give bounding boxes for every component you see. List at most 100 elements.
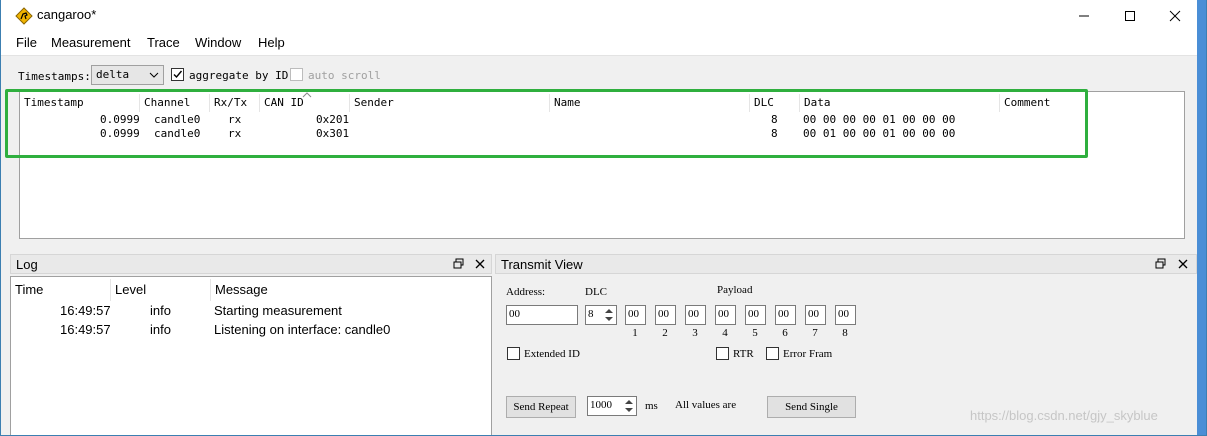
aggregate-label: aggregate by ID [189,69,289,82]
address-label: Address: [506,286,546,298]
maximize-button[interactable] [1107,0,1153,31]
trace-table[interactable]: Timestamp Channel Rx/Tx CAN ID Sender Na… [19,91,1185,239]
log-level: info [150,303,171,318]
payload-index: 6 [782,327,788,339]
menu-bar: File Measurement Trace Window Help [0,31,1197,55]
cell-channel: candle0 [154,113,201,126]
close-button[interactable] [1152,0,1198,31]
payload-byte-2[interactable]: 00 [655,305,676,325]
undock-icon[interactable] [1155,258,1167,270]
rtr-label: RTR [733,348,754,360]
cell-dlc: 8 [771,113,778,126]
spinner-icon[interactable] [603,307,615,323]
aggregate-checkbox[interactable] [171,68,184,81]
col-sender[interactable]: Sender [350,94,550,112]
col-timestamp[interactable]: Timestamp [20,94,140,112]
log-col-time[interactable]: Time [11,279,111,301]
payload-index: 3 [692,327,698,339]
watermark: https://blog.csdn.net/gjy_skyblue [970,408,1158,423]
payload-byte-1[interactable]: 00 [625,305,646,325]
log-message: Listening on interface: candle0 [214,322,391,337]
error-frame-checkbox[interactable] [766,347,779,360]
payload-index: 7 [812,327,818,339]
spinner-icon[interactable] [623,398,635,414]
autoscroll-checkbox[interactable] [290,68,303,81]
cell-canid: 0x301 [316,127,350,140]
extended-id-checkbox[interactable] [507,347,520,360]
col-rxtx[interactable]: Rx/Tx [210,94,260,112]
cell-data: 00 00 00 00 01 00 00 00 [803,113,956,126]
log-col-message[interactable]: Message [211,279,491,301]
payload-index: 5 [752,327,758,339]
col-data[interactable]: Data [800,94,1000,112]
rtr-checkbox[interactable] [716,347,729,360]
title-bar: cangaroo* [0,0,1197,31]
timestamps-select[interactable]: delta [91,65,164,85]
payload-byte-3[interactable]: 00 [685,305,706,325]
kangaroo-app-icon [15,7,33,25]
payload-index: 1 [632,327,638,339]
log-dock-title: Log [10,254,492,274]
payload-index: 8 [842,327,848,339]
minimize-icon [1079,15,1089,16]
ms-label: ms [645,400,658,412]
cell-channel: candle0 [154,127,201,140]
payload-index: 4 [722,327,728,339]
address-value: 00 [509,308,520,320]
menu-measurement[interactable]: Measurement [51,35,130,50]
maximize-icon [1125,10,1135,21]
cell-data: 00 01 00 00 01 00 00 00 [803,127,956,140]
menu-help[interactable]: Help [258,35,285,50]
all-values-label: All values are [675,399,737,411]
send-repeat-button[interactable]: Send Repeat [506,396,576,418]
sort-ascending-icon [302,92,312,98]
payload-index: 2 [662,327,668,339]
minimize-button[interactable] [1061,0,1107,31]
close-dock-icon[interactable] [1177,258,1189,270]
log-time: 16:49:57 [60,303,111,318]
send-single-button[interactable]: Send Single [767,396,856,418]
close-dock-icon[interactable] [474,258,486,270]
cell-timestamp: 0.0999 [100,127,140,140]
transmit-dock-title: Transmit View [495,254,1197,274]
cell-dlc: 8 [771,127,778,140]
log-col-level[interactable]: Level [111,279,211,301]
menu-trace[interactable]: Trace [147,35,180,50]
extended-id-label: Extended ID [524,348,580,360]
dlc-label: DLC [585,286,607,298]
autoscroll-label: auto scroll [308,69,381,82]
error-frame-label: Error Fram [783,348,833,360]
address-input[interactable]: 00 [506,305,578,325]
menu-file[interactable]: File [16,35,37,50]
interval-spinbox[interactable]: 1000 [587,396,637,416]
col-dlc[interactable]: DLC [750,94,800,112]
menu-window[interactable]: Window [195,35,241,50]
cell-timestamp: 0.0999 [100,113,140,126]
log-message: Starting measurement [214,303,342,318]
payload-byte-7[interactable]: 00 [805,305,826,325]
timestamps-label: Timestamps: [18,70,91,83]
timestamps-value: delta [96,68,130,81]
payload-byte-8[interactable]: 00 [835,305,856,325]
log-table[interactable]: Time Level Message 16:49:57 info Startin… [10,276,492,436]
chevron-down-icon [149,72,159,78]
log-time: 16:49:57 [60,322,111,337]
dlc-spinbox[interactable]: 8 [585,305,617,325]
checkmark-icon [173,70,183,79]
log-level: info [150,322,171,337]
col-name[interactable]: Name [550,94,750,112]
payload-byte-4[interactable]: 00 [715,305,736,325]
payload-label: Payload [717,284,753,296]
transmit-title: Transmit View [501,257,583,272]
dlc-value: 8 [588,308,594,320]
log-title: Log [16,257,38,272]
payload-byte-5[interactable]: 00 [745,305,766,325]
payload-byte-6[interactable]: 00 [775,305,796,325]
col-comment[interactable]: Comment [1000,94,1184,112]
interval-value: 1000 [590,399,612,411]
col-channel[interactable]: Channel [140,94,210,112]
cell-rxtx: rx [228,113,242,126]
close-icon [1169,10,1181,21]
undock-icon[interactable] [453,258,465,270]
cell-canid: 0x201 [316,113,350,126]
